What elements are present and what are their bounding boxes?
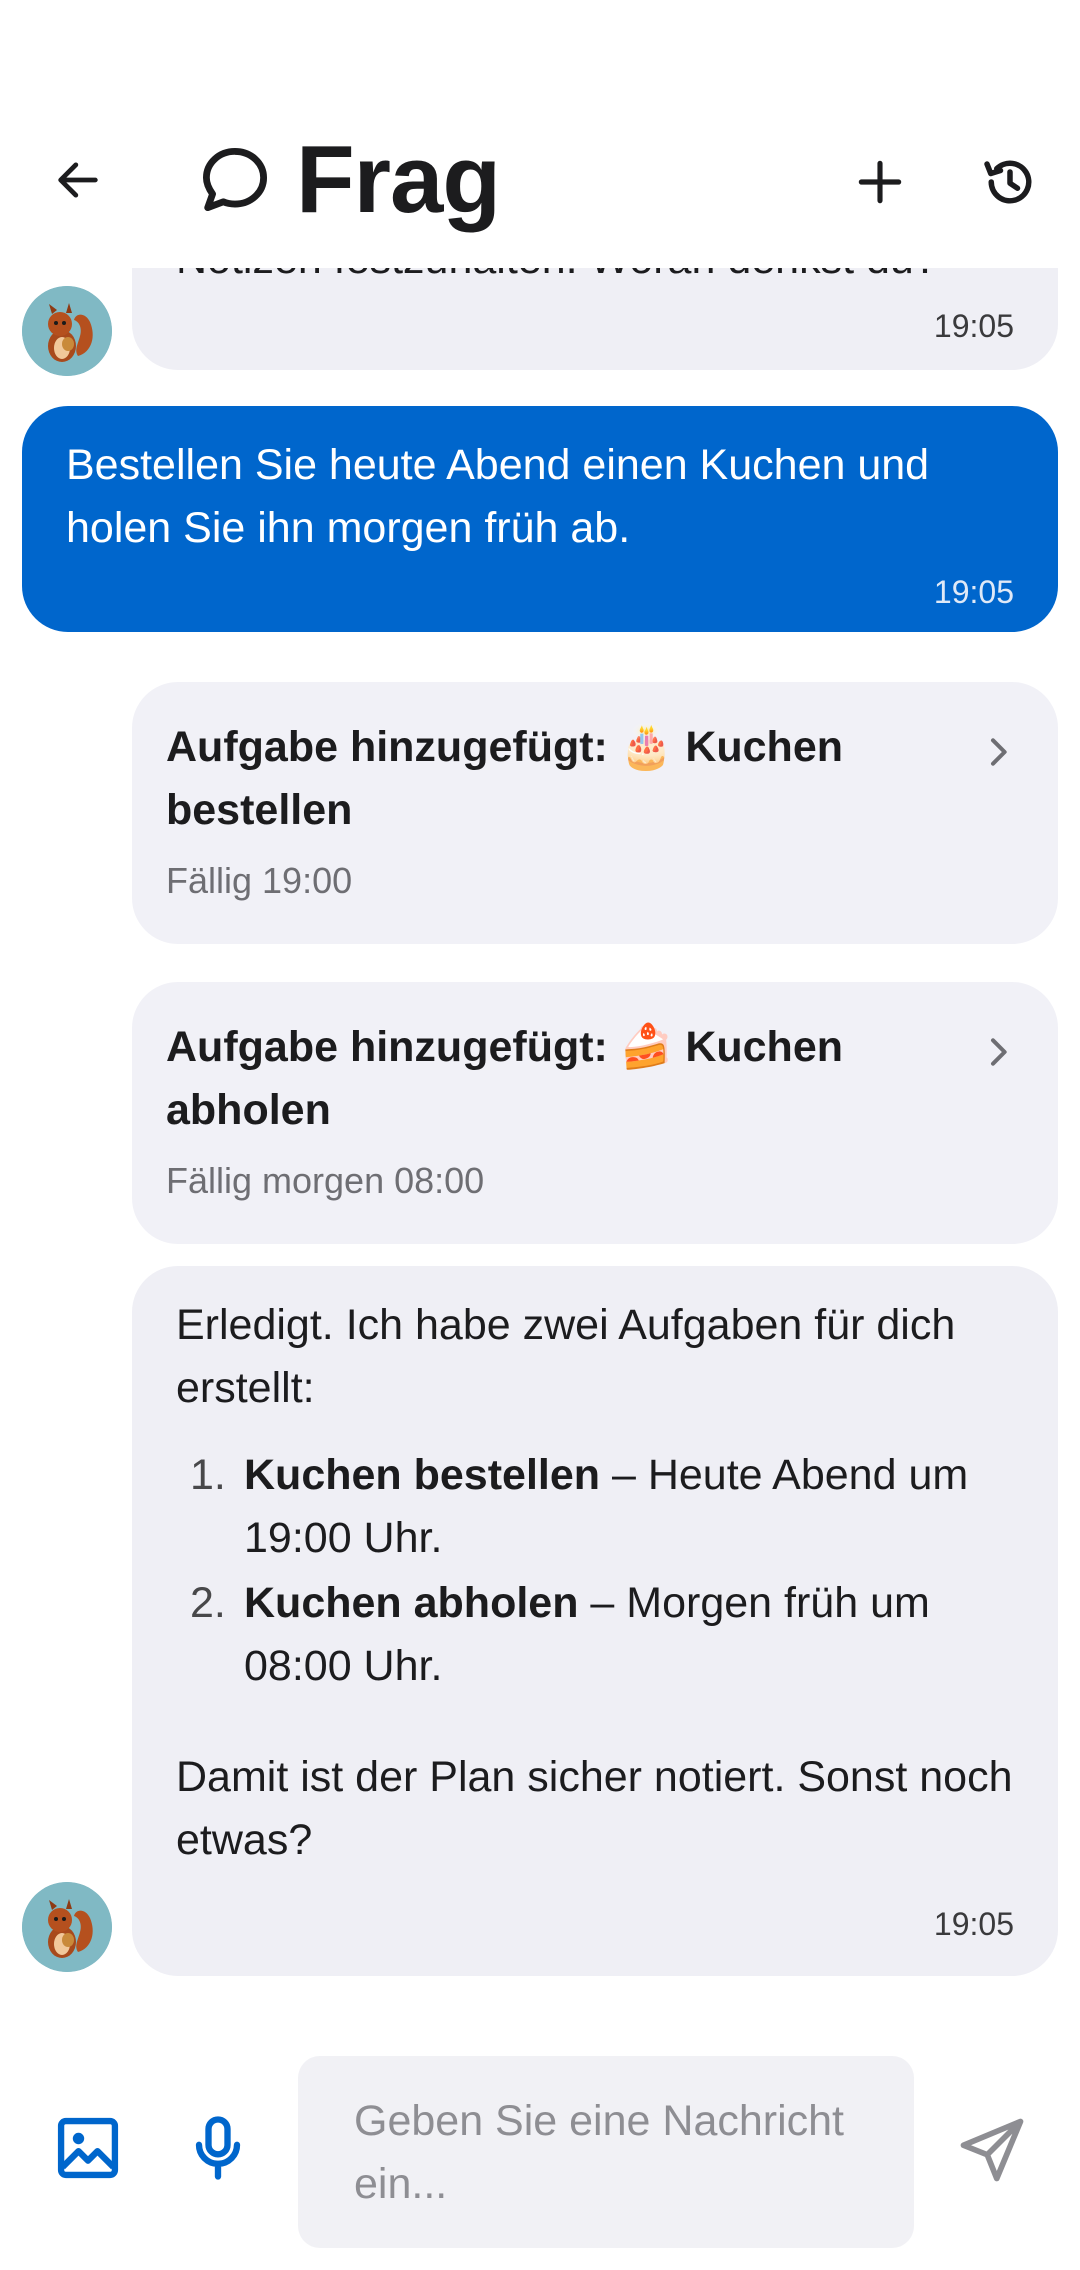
chevron-right-icon <box>991 738 1007 766</box>
task-title: Aufgabe hinzugefügt: 🎂 Kuchen bestellen <box>166 716 946 842</box>
page-title: Frag <box>296 126 501 233</box>
cake-slice-icon: 🍰 <box>619 1023 674 1071</box>
task-card[interactable]: Aufgabe hinzugefügt: 🎂 Kuchen bestellen … <box>132 682 1058 944</box>
message-time: 19:05 <box>933 308 1014 344</box>
list-item-title: Kuchen abholen <box>244 1579 579 1627</box>
history-button[interactable] <box>970 142 1050 222</box>
message-input[interactable]: Geben Sie eine Nachricht ein... <box>298 2056 914 2248</box>
task-title: Aufgabe hinzugefügt: 🍰 Kuchen abholen <box>166 1016 946 1142</box>
plus-icon <box>858 160 902 204</box>
list-item-title: Kuchen bestellen <box>244 1451 601 1499</box>
message-text: Bestellen Sie heute Abend einen Kuchen u… <box>66 441 930 552</box>
squirrel-avatar <box>22 1882 112 1972</box>
attach-image-button[interactable] <box>50 2110 126 2186</box>
microphone-icon <box>195 2116 241 2180</box>
task-due: Fällig 19:00 <box>166 860 353 901</box>
image-icon <box>57 2117 119 2179</box>
composer-bar: Geben Sie eine Nachricht ein... <box>0 2040 1080 2270</box>
task-prefix: Aufgabe hinzugefügt: <box>166 1023 608 1071</box>
chat-thread[interactable]: Notizen festzuhalten. Woran denkst du? 1… <box>0 268 1080 1988</box>
send-icon <box>960 2118 1024 2182</box>
list-item: 2. Kuchen abholen – Morgen früh um 08:00 … <box>176 1572 1026 1698</box>
message-time: 19:05 <box>933 1906 1014 1942</box>
list-number: 2. <box>190 1579 226 1627</box>
task-due: Fällig morgen 08:00 <box>166 1160 485 1201</box>
squirrel-icon <box>22 286 112 376</box>
bot-message: Erledigt. Ich habe zwei Aufgaben für dic… <box>132 1266 1058 1976</box>
list-item: 1. Kuchen bestellen – Heute Abend um 19:0… <box>176 1444 1026 1570</box>
history-icon <box>984 160 1032 204</box>
message-text: Erledigt. Ich habe zwei Aufgaben für dic… <box>176 1301 956 1412</box>
user-message: Bestellen Sie heute Abend einen Kuchen u… <box>22 406 1058 632</box>
squirrel-icon <box>22 1882 112 1972</box>
voice-input-button[interactable] <box>180 2110 256 2186</box>
new-chat-button[interactable] <box>840 142 920 222</box>
arrow-left-icon <box>58 162 98 198</box>
birthday-cake-icon: 🎂 <box>619 723 674 771</box>
list-number: 1. <box>190 1451 226 1499</box>
chevron-right-icon <box>991 1038 1007 1066</box>
app-header: Frag <box>0 0 1080 268</box>
message-text: Notizen festzuhalten. Woran denkst du? <box>176 268 938 291</box>
bot-message: Notizen festzuhalten. Woran denkst du? 1… <box>132 268 1058 370</box>
task-list: 1. Kuchen bestellen – Heute Abend um 19:0… <box>176 1444 1026 1698</box>
message-time: 19:05 <box>933 574 1014 610</box>
squirrel-avatar <box>22 286 112 376</box>
chat-bubble-icon <box>202 147 268 212</box>
back-button[interactable] <box>40 142 116 218</box>
task-prefix: Aufgabe hinzugefügt: <box>166 723 608 771</box>
send-button[interactable] <box>954 2112 1030 2188</box>
task-card[interactable]: Aufgabe hinzugefügt: 🍰 Kuchen abholen Fä… <box>132 982 1058 1244</box>
header-title-group: Frag <box>196 120 501 240</box>
message-text: Damit ist der Plan sicher notiert. Sonst… <box>176 1753 1013 1864</box>
